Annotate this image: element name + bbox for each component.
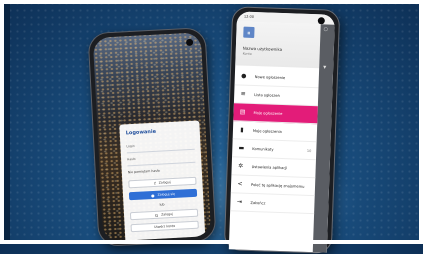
google-login-button[interactable]: G Zaloguj [129, 208, 199, 221]
bookmark-icon: ▮ [240, 126, 244, 134]
phone-right-screen: 12:00 ▦ Nazwa użytkownika Konto ○ ▼ ● No… [228, 11, 336, 253]
or-separator: lub [159, 202, 165, 207]
exit-icon: ⇥ [236, 198, 243, 206]
background: { "left_phone": { "login": { "title": "L… [0, 0, 423, 254]
primary-login-label: Zaloguj się [157, 191, 176, 197]
menu-item-label: Lista ogłoszeń [254, 92, 280, 98]
info-icon: ● [241, 72, 247, 80]
user-icon: ● [150, 192, 155, 198]
password-field-label: Hasło [127, 156, 136, 162]
menu-item-label: Komunikaty [252, 146, 274, 152]
chat-icon: ▬ [238, 144, 245, 152]
login-card: Logowanie Login Hasło Nie pamiętam hasła… [119, 120, 206, 242]
register-button[interactable]: Utwórz konto [130, 220, 199, 233]
phone-left-screen: Logowanie Login Hasło Nie pamiętam hasła… [92, 32, 212, 242]
menu-item-label: Moje ogłoszenia [252, 128, 282, 134]
filter-icon: ▼ [323, 64, 327, 70]
primary-login-button[interactable]: ● Zaloguj się [128, 188, 198, 201]
messages-count-badge: 10 [306, 148, 312, 153]
password-input[interactable] [127, 161, 196, 167]
login-title: Logowanie [125, 128, 157, 137]
menu-item-label: Moje ogłoszenie [253, 110, 283, 116]
google-login-label: Zaloguj [161, 212, 174, 217]
document-icon: ▤ [239, 108, 246, 116]
register-label: Utwórz konto [154, 223, 176, 230]
facebook-icon: f [154, 180, 156, 186]
user-account-label: Konto [242, 51, 252, 56]
left-edge-panel [4, 4, 10, 240]
menu-item-exit[interactable]: ⇥ Zakończ [230, 193, 315, 215]
menu-item-label: Ustawienia aplikacji [251, 164, 288, 170]
gear-icon: ✲ [238, 162, 244, 170]
navigation-menu: ● Nowe ogłoszenie ≡ Lista ogłoszeń ▤ Moj… [230, 67, 320, 215]
menu-item-label: Poleć tę aplikację znajomemu [251, 182, 305, 189]
drawer-header: ▦ Nazwa użytkownika Konto [235, 21, 321, 69]
facebook-login-label: Zaloguj [158, 180, 171, 185]
menu-item-label: Zakończ [250, 200, 266, 205]
phone-right: 12:00 ▦ Nazwa użytkownika Konto ○ ▼ ● No… [223, 6, 341, 254]
login-field-label: Login [126, 143, 135, 149]
share-icon: < [237, 180, 243, 188]
menu-item-label: Nowe ogłoszenie [254, 74, 286, 80]
list-icon: ≡ [240, 90, 246, 98]
app-logo-icon: ▦ [243, 26, 255, 38]
login-input[interactable] [126, 148, 195, 154]
facebook-login-button[interactable]: f Zaloguj [128, 176, 197, 189]
search-icon: ○ [323, 26, 329, 33]
google-icon: G [154, 212, 159, 218]
phone-left: Logowanie Login Hasło Nie pamiętam hasła… [87, 27, 217, 247]
status-time: 12:00 [243, 14, 255, 19]
forgot-password-link[interactable]: Nie pamiętam hasła [128, 169, 160, 175]
